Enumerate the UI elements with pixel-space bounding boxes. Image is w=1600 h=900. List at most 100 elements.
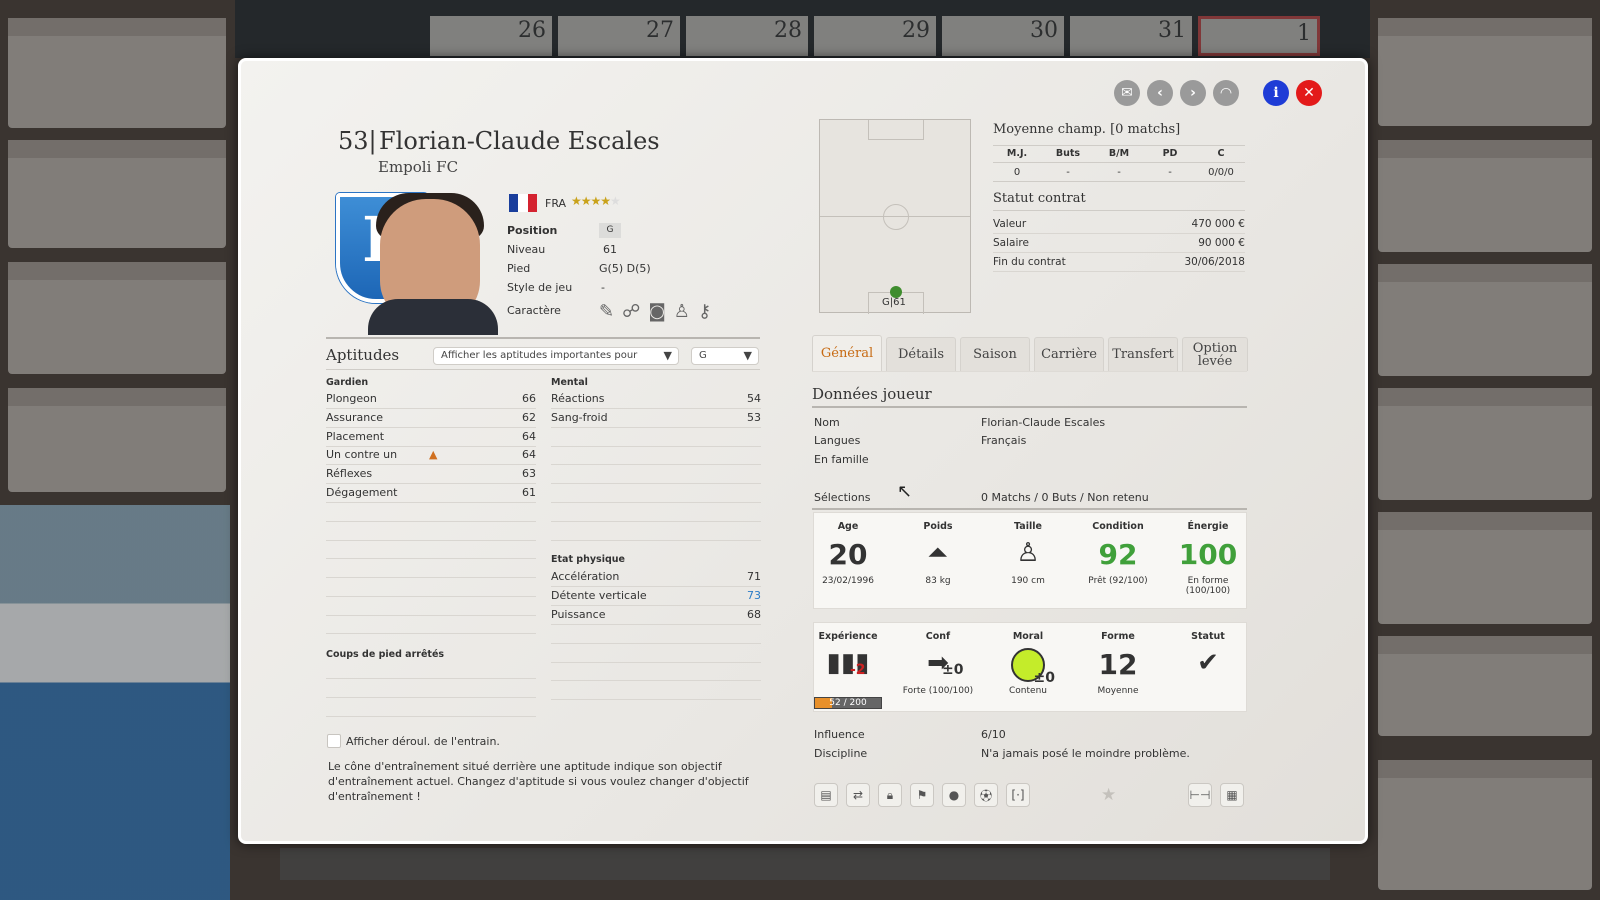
calendar-day: 30 (942, 16, 1064, 56)
experience-progress: 52 / 200 (814, 697, 882, 709)
aptitude-filter-select[interactable]: Afficher les aptitudes importantes pour ▼ (433, 347, 679, 365)
tab-season[interactable]: Saison (960, 337, 1030, 371)
next-button[interactable]: › (1180, 80, 1206, 106)
player-data-title: Données joueur (812, 385, 932, 403)
moral-label: Moral (1012, 631, 1044, 642)
name-label: Nom (814, 416, 840, 429)
avg-header: C (1217, 148, 1225, 159)
selections-label: Sélections (814, 491, 871, 504)
height-value: 190 cm (1011, 576, 1045, 586)
position-badge: G (599, 223, 621, 238)
bg-panel-contracts (1378, 760, 1592, 890)
selections-value: 0 Matchs / 0 Buts / Non retenu (981, 491, 1149, 504)
avg-header: M.J. (1006, 148, 1028, 159)
bracket-icon[interactable]: [·] (1006, 783, 1030, 807)
divider (326, 337, 760, 339)
attribute-row: Assurance 62 (326, 409, 536, 428)
bg-panel-suspensions (1378, 512, 1592, 624)
handshake-icon[interactable]: ☍ (622, 301, 640, 322)
mental-title: Mental (551, 377, 588, 388)
set-pieces-title: Coups de pied arrêtés (326, 649, 445, 660)
kick-icon[interactable]: ⚽︎ (974, 783, 998, 807)
energy-value: 100 (1178, 538, 1238, 571)
moral-sub: Contenu (1009, 686, 1047, 696)
physical-stats-panel: Age 20 23/02/1996 Poids ⏶ 83 kg Taille ♙ 190 c… (813, 512, 1247, 609)
attribute-row: Plongeon 66 (326, 390, 536, 409)
show-training-checkbox[interactable] (327, 734, 341, 748)
scout-icon[interactable]: ⚑ (910, 783, 934, 807)
experience-bars-icon: ▮▮▮ -2 (826, 648, 870, 678)
training-icon[interactable]: ⊢⊣ (1188, 783, 1212, 807)
avg-header: Buts (1055, 148, 1081, 159)
attribute-row: Accélération 71 (551, 568, 761, 587)
chat-icon[interactable]: ● (942, 783, 966, 807)
favorite-star-icon[interactable]: ★ (1101, 785, 1116, 805)
tab-career[interactable]: Carrière (1034, 337, 1104, 371)
aptitudes-title: Aptitudes (326, 346, 400, 364)
family-label: En famille (814, 453, 869, 466)
bg-panel-top-scorers (1378, 18, 1592, 126)
moral-ball-icon: ±0 (1011, 648, 1055, 686)
weight-label: Poids (923, 521, 953, 532)
rating-stars-icon: ★★★★★ (571, 194, 621, 208)
camera-icon[interactable]: ◙ (648, 301, 665, 322)
mail-button[interactable]: ✉ (1114, 80, 1140, 106)
pitch-position-label: G|61 (882, 297, 906, 308)
tab-option[interactable]: Option levée (1182, 337, 1248, 371)
swap-icon[interactable]: ⇄ (846, 783, 870, 807)
pipette-icon[interactable]: ✎ (599, 301, 614, 322)
physical-title: Etat physique (551, 554, 625, 565)
nationality: FRA (545, 197, 567, 210)
contract-row: Salaire 90 000 € (993, 234, 1245, 253)
influence-label: Influence (814, 728, 865, 741)
avg-value: 0 (1013, 167, 1021, 178)
tab-transfer[interactable]: Transfert (1108, 337, 1178, 371)
bg-panel-graph (8, 388, 226, 492)
form-label: Forme (1101, 631, 1135, 642)
close-button[interactable]: ✕ (1296, 80, 1322, 106)
influence-value: 6/10 (981, 728, 1006, 741)
contract-row: Fin du contrat 30/06/2018 (993, 253, 1245, 272)
experience-label: Expérience (818, 631, 878, 642)
calendar-icon[interactable]: ▦ (1220, 783, 1244, 807)
key-icon[interactable]: ⚷ (698, 301, 711, 322)
weight-icon: ⏶ (927, 538, 949, 568)
avg-value: - (1066, 167, 1070, 178)
person-height-icon: ♙ (1016, 538, 1040, 568)
attribute-row: Dégagement 61 (326, 484, 536, 503)
calendar-day: 31 (1070, 16, 1192, 56)
player-profile-dialog: ✉ ‹ › ◠ i ✕ 53| Florian-Claude Escales E… (238, 58, 1368, 844)
meditation-icon[interactable]: ♙ (674, 301, 690, 322)
role-select[interactable]: G ▼ (691, 347, 759, 365)
attribute-row: Sang-froid 53 (551, 409, 761, 428)
status-label: Statut (1191, 631, 1225, 642)
position-label: Position (507, 224, 558, 237)
condition-label: Condition (1092, 521, 1144, 532)
bg-panel-budget (8, 262, 226, 374)
age-label: Age (837, 521, 859, 532)
style-label: Style de jeu (507, 281, 573, 294)
attribute-row: Réflexes 63 (326, 465, 536, 484)
style-value: - (601, 281, 605, 294)
calendar-day-today: 1 (1198, 16, 1320, 56)
shirt-icon-button[interactable]: ◠ (1213, 80, 1239, 106)
bg-panel-standings (8, 18, 226, 128)
player-club[interactable]: Empoli FC (378, 158, 458, 176)
lock-icon[interactable]: 🔒︎ (878, 783, 902, 807)
previous-button[interactable]: ‹ (1147, 80, 1173, 106)
condition-sub: Prêt (92/100) (1088, 576, 1148, 586)
info-button[interactable]: i (1263, 80, 1289, 106)
player-photo: E (328, 189, 498, 335)
calendar-day: 29 (814, 16, 936, 56)
average-title: Moyenne champ. [0 matchs] (993, 122, 1181, 137)
avg-value: 0/0/0 (1208, 167, 1234, 178)
bg-panel-injuries (1378, 264, 1592, 376)
level-value: 61 (603, 243, 617, 256)
character-label: Caractère (507, 304, 561, 317)
notes-icon[interactable]: ▤ (814, 783, 838, 807)
tab-details[interactable]: Détails (886, 337, 956, 371)
tab-general[interactable]: Général (812, 335, 882, 371)
calendar-day: 28 (686, 16, 808, 56)
bg-panel-best-defense (1378, 388, 1592, 500)
contract-row: Valeur 470 000 € (993, 215, 1245, 234)
